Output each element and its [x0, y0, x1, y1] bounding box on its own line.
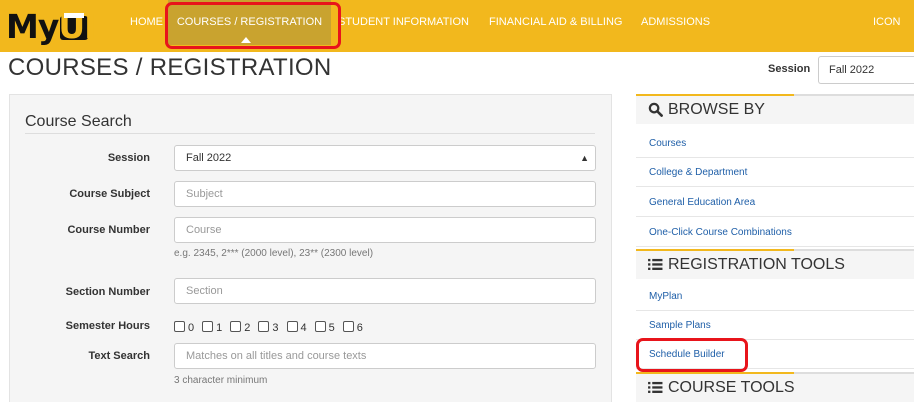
course-tools-heading: COURSE TOOLS	[636, 372, 914, 402]
section-number-label: Section Number	[65, 286, 150, 298]
hours-checkbox-1[interactable]: 1	[202, 321, 222, 334]
semester-hours-label: Semester Hours	[65, 320, 150, 332]
header-session-label: Session	[768, 63, 811, 75]
course-search-title: Course Search	[25, 113, 132, 130]
checkbox-box	[230, 321, 242, 333]
semester-hours-checkboxes: 0 1 2 3 4 5 6	[174, 319, 371, 335]
hours-checkbox-label: 4	[300, 322, 307, 335]
checkbox-box	[342, 321, 354, 333]
hours-checkbox-3[interactable]: 3	[258, 321, 279, 335]
hours-checkbox-label: 6	[356, 322, 363, 335]
section-number-input[interactable]: Section	[174, 278, 596, 304]
course-subject-label: Course Subject	[69, 188, 150, 200]
course-subject-placeholder: Subject	[186, 188, 223, 200]
registration-tools-title: REGISTRATION TOOLS	[668, 256, 845, 273]
checkbox-box	[174, 321, 185, 333]
nav-student-information[interactable]: STUDENT INFORMATION	[338, 0, 469, 45]
hours-checkbox-label: 3	[272, 322, 279, 335]
hours-checkbox-2[interactable]: 2	[230, 321, 250, 334]
list-icon	[648, 252, 663, 280]
browse-link-college-department[interactable]: College & Department	[636, 158, 914, 187]
browse-link-one-click-combinations[interactable]: One-Click Course Combinations	[636, 218, 914, 247]
nav-admissions[interactable]: ADMISSIONS	[641, 0, 710, 45]
reg-tool-sample-plans[interactable]: Sample Plans	[636, 311, 914, 340]
search-icon	[648, 97, 663, 125]
page-title: COURSES / REGISTRATION	[8, 54, 332, 81]
checkbox-box	[286, 321, 298, 333]
course-number-placeholder: Course	[186, 224, 222, 236]
hours-checkbox-label: 1	[216, 322, 223, 335]
checkbox-box	[202, 321, 214, 333]
logo-bar-accent	[64, 13, 85, 18]
select-arrows-icon: ▲︎	[580, 153, 589, 163]
annotation-highlight-nav	[165, 2, 341, 49]
text-search-input[interactable]: Matches on all titles and course texts	[174, 343, 596, 369]
checkbox-box	[258, 321, 270, 333]
top-navigation-bar: My UI HOME COURSES / REGISTRATION STUDENT…	[0, 0, 914, 52]
course-tools-title: COURSE TOOLS	[668, 379, 795, 396]
text-search-help: 3 character minimum	[174, 375, 268, 386]
logo-ui-mark: UI	[58, 10, 96, 44]
nav-icons[interactable]: ICON	[873, 0, 901, 45]
hours-checkbox-0[interactable]: 0	[174, 321, 194, 334]
text-search-placeholder: Matches on all titles and course texts	[186, 350, 367, 362]
hours-checkbox-label: 0	[188, 322, 195, 335]
session-label: Session	[107, 152, 150, 164]
course-subject-input[interactable]: Subject	[174, 181, 596, 207]
checkbox-box	[314, 321, 326, 333]
nav-financial-aid-billing[interactable]: FINANCIAL AID & BILLING	[489, 0, 622, 45]
annotation-highlight-schedule-builder	[636, 338, 748, 372]
session-select[interactable]: Fall 2022 ▲︎	[174, 145, 596, 171]
reg-tool-myplan[interactable]: MyPlan	[636, 282, 914, 311]
course-number-help: e.g. 2345, 2*** (2000 level), 23** (2300…	[174, 248, 374, 259]
hours-checkbox-4[interactable]: 4	[286, 321, 307, 335]
heading-grey-line	[794, 249, 914, 251]
hours-checkbox-5[interactable]: 5	[314, 321, 335, 335]
browse-link-courses[interactable]: Courses	[636, 129, 914, 158]
session-select-value: Fall 2022	[186, 152, 232, 164]
text-search-label: Text Search	[88, 350, 150, 362]
header-session-select[interactable]: Fall 2022	[818, 56, 914, 84]
list-icon	[648, 375, 663, 403]
heading-grey-line	[794, 372, 914, 374]
nav-home[interactable]: HOME	[130, 0, 163, 45]
section-number-placeholder: Section	[186, 285, 223, 297]
hours-checkbox-6[interactable]: 6	[342, 321, 363, 335]
registration-tools-heading: REGISTRATION TOOLS	[636, 249, 914, 279]
myui-logo[interactable]: My UI	[6, 7, 96, 46]
browse-link-gen-ed-area[interactable]: General Education Area	[636, 188, 914, 217]
browse-by-heading: BROWSE BY	[636, 94, 914, 124]
course-number-label: Course Number	[67, 224, 150, 236]
panel-divider	[25, 133, 595, 134]
logo-my-text: My	[6, 7, 59, 46]
hours-checkbox-label: 2	[244, 322, 251, 335]
course-number-input[interactable]: Course	[174, 217, 596, 243]
heading-grey-line	[794, 94, 914, 96]
hours-checkbox-label: 5	[328, 322, 335, 335]
browse-by-title: BROWSE BY	[668, 101, 765, 118]
